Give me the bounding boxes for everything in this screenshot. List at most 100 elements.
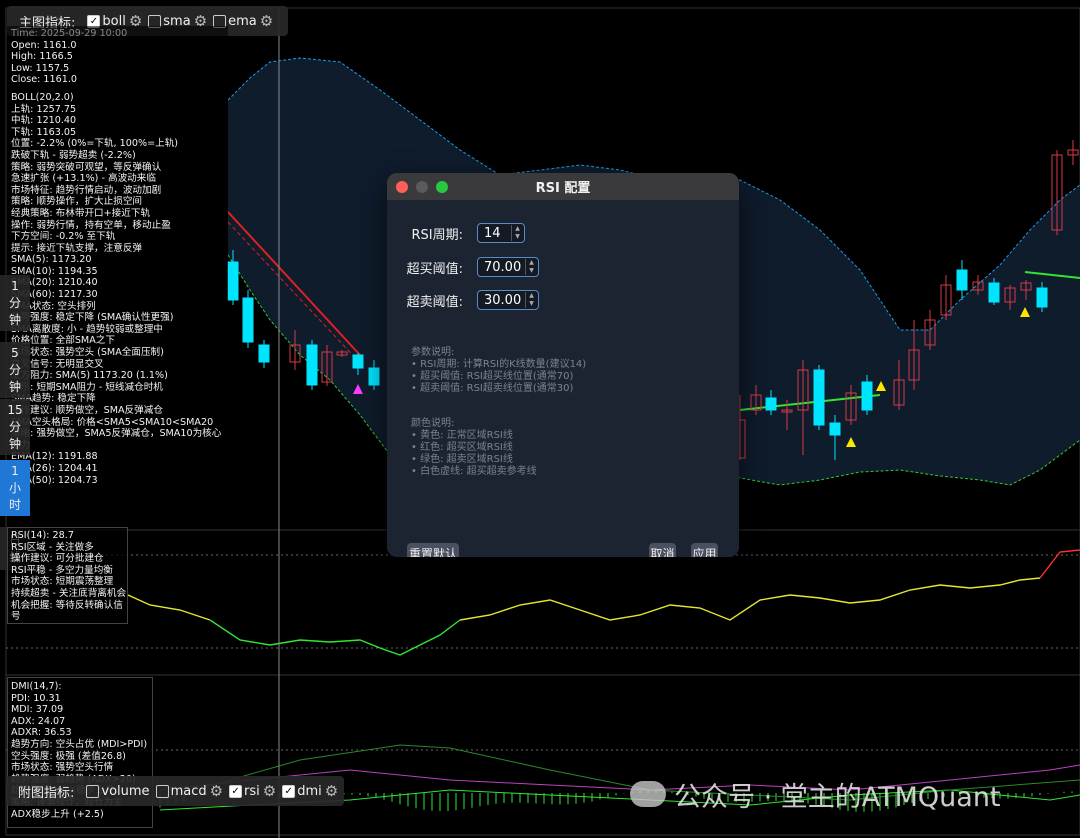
candle-body	[861, 381, 873, 411]
checkbox-unchecked-icon	[155, 784, 169, 798]
volume-checkbox[interactable]: volume	[86, 783, 150, 799]
timeframe-button[interactable]: 5分钟	[0, 342, 30, 398]
rsi-info-line: RSI(14): 28.7	[11, 530, 74, 541]
overbought-spinbox[interactable]: 70.00 ▲ ▼	[477, 257, 539, 277]
overbought-row: 超买阈值: 70.00 ▲ ▼	[387, 256, 539, 278]
ohlc-line: Low: 1157.5	[11, 62, 70, 74]
candle-body	[956, 269, 968, 291]
boll-info-line: 急速扩张 (+13.1%) - 高波动来临	[11, 173, 156, 185]
rsi-info-line: RSI区域 - 关注做多	[11, 541, 94, 553]
watermark: 公众号 · 堂主的ATMQuant	[630, 776, 1001, 813]
color-desc-line: • 白色虚线: 超买超卖参考线	[411, 466, 537, 477]
sma-info-line: SMA离散度: 小 - 趋势较弱或整理中	[11, 323, 163, 335]
param-description: 参数说明: • RSI周期: 计算RSI的K线数量(建议14) • 超买阈值: …	[411, 347, 586, 395]
rsi-period-row: RSI周期: 14 ▲ ▼	[387, 222, 525, 244]
rsi-line-normal	[459, 577, 1041, 621]
macd-label: macd	[170, 783, 207, 799]
candle-body	[765, 397, 777, 411]
boll-info-line: 中轨: 1210.40	[11, 115, 77, 127]
candle-body	[242, 297, 254, 343]
macd-gear-icon[interactable]: ⚙	[210, 782, 223, 800]
sma-info-line: 策略: 强势做空，SMA5反弹减仓，SMA10为核心阻力	[11, 428, 222, 451]
ema-info-line: EMA(50): 1204.73	[11, 474, 98, 486]
rsi-checkbox[interactable]: ✓ rsi ⚙	[229, 782, 276, 800]
rsi-info-line: 市场状态: 短期震荡整理	[11, 576, 114, 588]
rsi-label: rsi	[244, 783, 260, 799]
macd-checkbox[interactable]: macd ⚙	[155, 782, 223, 800]
minimize-window-icon[interactable]	[416, 181, 428, 193]
close-window-icon[interactable]	[396, 181, 408, 193]
boll-info-line: 策略: 弱势突破可观望，等反弹确认	[11, 161, 162, 173]
dmi-checkbox[interactable]: ✓ dmi ⚙	[282, 782, 338, 800]
color-desc-line: • 绿色: 超卖区域RSI线	[411, 454, 513, 465]
timeframe-button[interactable]: 15 分钟	[0, 399, 30, 455]
ema-gear-icon[interactable]: ⚙	[260, 12, 273, 30]
color-desc-line: • 红色: 超买区域RSI线	[411, 442, 513, 453]
param-desc-heading: 参数说明:	[411, 347, 455, 358]
spin-arrows-icon[interactable]: ▲ ▼	[525, 259, 537, 275]
rsi-line-oversold	[209, 619, 461, 656]
param-desc-line: • RSI周期: 计算RSI的K线数量(建议14)	[411, 359, 587, 370]
boll-info-line: 经典策略: 布林带开口+接近下轨	[11, 207, 151, 219]
cancel-button[interactable]: 取消	[649, 543, 676, 557]
rsi-gear-icon[interactable]: ⚙	[263, 782, 276, 800]
rsi-info-line: RSI平稳 - 多空力量均衡	[11, 564, 113, 576]
color-desc-heading: 颜色说明:	[411, 418, 455, 429]
oversold-label: 超卖阈值:	[406, 294, 463, 310]
boll-info-line: 操作: 弱势行情，持有空单，移动止盈	[11, 219, 171, 231]
timeframe-button[interactable]: 1小时	[0, 460, 30, 516]
time-label: Time: 2025-09-29 10:00	[11, 28, 128, 39]
oversold-spinbox[interactable]: 30.00 ▲ ▼	[477, 290, 539, 310]
rsi-period-label: RSI周期:	[411, 227, 464, 243]
dmi-info-line: ADX稳步上升 (+2.5)	[11, 808, 104, 820]
dmi-gear-icon[interactable]: ⚙	[325, 782, 338, 800]
sma-info-line: 交叉信号: 无明显交叉	[11, 358, 104, 370]
wechat-icon	[630, 781, 666, 807]
ema-info-line: EMA(26): 1204.41	[11, 462, 98, 474]
oversold-value: 30.00	[484, 292, 522, 308]
timeframe-button[interactable]: 1分钟	[0, 275, 30, 331]
boll-info-line: 位置: -2.2% (0%=下轨, 100%=上轨)	[11, 138, 179, 150]
volume-label: volume	[101, 783, 150, 799]
sma-info-line: SMA空头格局: 价格<SMA5<SMA10<SMA20	[11, 416, 214, 428]
maximize-window-icon[interactable]	[436, 181, 448, 193]
reset-default-button[interactable]: 重置默认	[407, 543, 459, 557]
rsi-period-value: 14	[484, 225, 501, 241]
color-desc-line: • 黄色: 正常区域RSI线	[411, 430, 513, 441]
dialog-title-bar: RSI 配置	[387, 173, 739, 200]
sma-info-line: SMA(20): 1210.40	[11, 277, 98, 289]
sma-info-line: 价格位置: 全部SMA之下	[11, 335, 115, 347]
boll-info-line: 提示: 接近下轨支撑，注意反弹	[11, 242, 143, 254]
rsi-line-normal	[127, 594, 211, 621]
sma-info-line: SMA(60): 1217.30	[11, 289, 98, 301]
candle-body	[227, 261, 239, 301]
boll-info-line: 下轨: 1163.05	[11, 126, 77, 138]
dmi-label: dmi	[297, 783, 322, 799]
checkbox-checked-icon: ✓	[229, 784, 243, 798]
rsi-info-panel: RSI(14): 28.7 RSI区域 - 关注做多 操作建议: 可分批建仓 RSI平…	[7, 527, 128, 624]
sub-indicator-title: 附图指标:	[18, 785, 75, 801]
candle-body	[813, 369, 825, 426]
dialog-body: RSI周期: 14 ▲ ▼ 超买阈值: 70.00 ▲ ▼ 超卖阈值: 30.00 ▲ ▼ …	[387, 200, 739, 557]
boll-info-line: BOLL(20,2.0)	[11, 91, 74, 103]
sma-info-line: SMA(10): 1194.35	[11, 265, 98, 277]
sma-info-line: 市场状态: 强势空头 (SMA全面压制)	[11, 347, 164, 359]
rsi-period-spinbox[interactable]: 14 ▲ ▼	[477, 223, 525, 243]
dialog-title: RSI 配置	[535, 181, 591, 196]
boll-info-line: 策略: 顺势操作，扩大止损空间	[11, 196, 143, 208]
boll-info-line: 跌破下轨 - 弱势超卖 (-2.2%)	[11, 149, 136, 161]
spin-arrows-icon[interactable]: ▲ ▼	[511, 225, 523, 241]
spin-arrows-icon[interactable]: ▲ ▼	[525, 292, 537, 308]
oversold-row: 超卖阈值: 30.00 ▲ ▼	[387, 289, 539, 311]
sma-info-line: 上方阻力: SMA(5) 1173.20 (1.1%)	[11, 370, 168, 382]
dmi-info-line: DMI(14,7):	[11, 681, 62, 692]
candle-body	[306, 344, 318, 386]
apply-button[interactable]: 应用	[691, 543, 718, 557]
param-desc-line: • 超买阈值: RSI超买线位置(通常70)	[411, 371, 574, 382]
sma-info-line: SMA趋势: 稳定下降	[11, 393, 96, 405]
boll-info-line: 下方空间: -0.2% 至下轨	[11, 231, 116, 243]
watermark-text: 公众号 · 堂主的ATMQuant	[674, 781, 1001, 813]
ohlc-line: Open: 1161.0	[11, 39, 77, 51]
ohlc-line: High: 1166.5	[11, 51, 73, 63]
dmi-info-line: MDI: 37.09	[11, 704, 64, 716]
